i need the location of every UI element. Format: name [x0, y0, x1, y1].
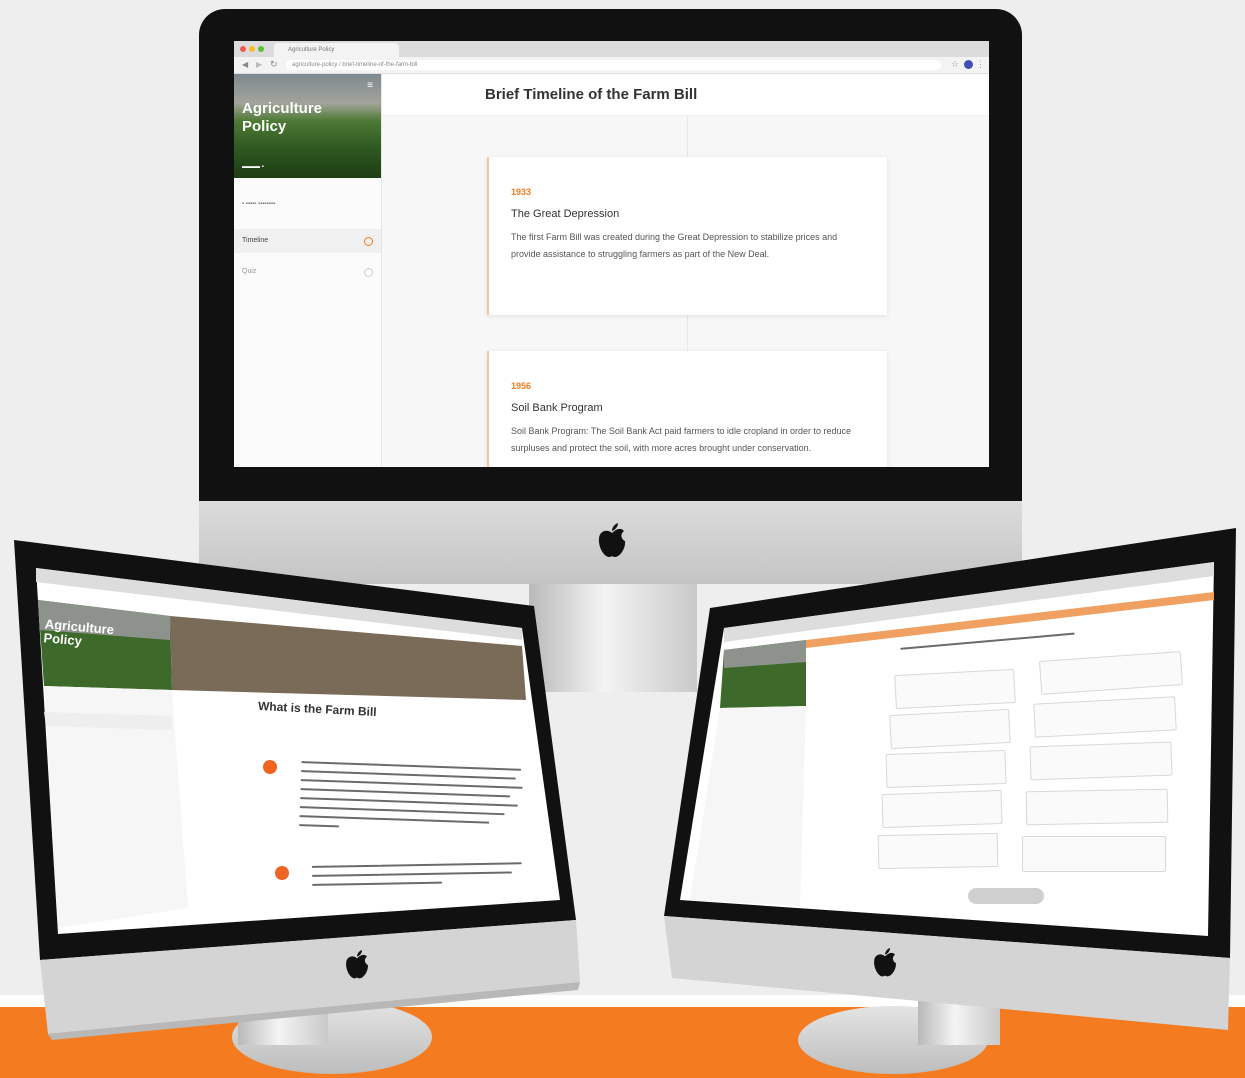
match-term-box[interactable]	[881, 789, 1003, 829]
submit-button[interactable]	[968, 888, 1044, 904]
match-definition-box[interactable]	[1025, 788, 1169, 826]
right-screen	[680, 562, 1214, 936]
match-term-box[interactable]	[889, 708, 1011, 750]
match-definition-box[interactable]	[1029, 741, 1173, 781]
match-term-box[interactable]	[894, 668, 1016, 710]
match-term-box[interactable]	[885, 749, 1007, 789]
match-definition-box[interactable]	[1022, 836, 1166, 872]
match-term-box[interactable]	[877, 832, 999, 870]
